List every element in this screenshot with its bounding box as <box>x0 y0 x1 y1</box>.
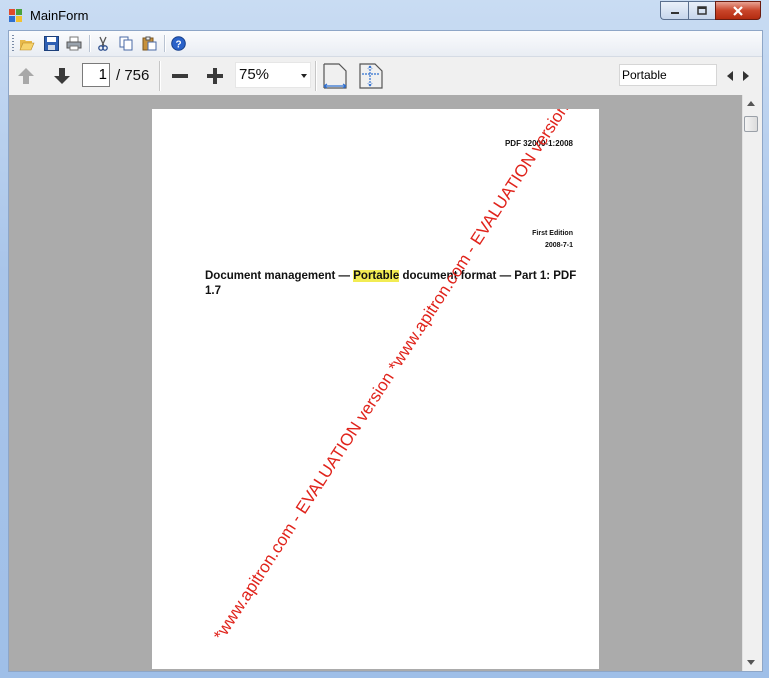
app-icon <box>9 9 22 22</box>
edition-date: 2008-7-1 <box>544 242 573 249</box>
search-next-button[interactable] <box>739 63 753 89</box>
cut-button[interactable] <box>93 34 113 53</box>
fit-page-icon <box>359 63 383 89</box>
help-button[interactable]: ? <box>168 34 188 53</box>
toolbar-separator <box>159 61 160 91</box>
zoom-in-button[interactable] <box>202 63 228 89</box>
page-number-input[interactable]: 1 <box>82 63 110 87</box>
copy-button[interactable] <box>116 34 136 53</box>
arrow-up-icon <box>18 68 34 84</box>
next-page-button[interactable] <box>49 63 75 89</box>
document-viewer[interactable]: PDF 32000-1:2008 First Edition 2008-7-1 … <box>9 95 742 671</box>
maximize-button[interactable] <box>688 1 715 20</box>
paste-icon <box>142 36 156 51</box>
plus-icon <box>207 68 223 84</box>
save-button[interactable] <box>41 34 61 53</box>
copy-icon <box>119 36 132 51</box>
minimize-button[interactable] <box>660 1 688 20</box>
minimize-icon <box>670 11 679 14</box>
zoom-out-button[interactable] <box>167 63 193 89</box>
caption-buttons <box>660 1 761 21</box>
cut-icon <box>98 36 108 51</box>
title-text-before: Document management — <box>205 270 354 282</box>
page-total-label: / 756 <box>116 67 150 84</box>
toolbar-separator <box>164 35 165 52</box>
chevron-left-icon <box>727 71 733 81</box>
print-button[interactable] <box>64 34 84 53</box>
minus-icon <box>172 74 188 78</box>
evaluation-watermark: *www.apitron.com - EVALUATION version *w… <box>209 109 599 644</box>
navigation-toolbar: 1 / 756 75% <box>9 57 762 94</box>
edition-label: First Edition <box>532 230 573 237</box>
scroll-down-icon[interactable] <box>747 660 755 665</box>
scroll-thumb[interactable] <box>744 116 758 132</box>
vertical-scrollbar[interactable] <box>742 95 760 671</box>
arrow-down-icon <box>54 68 70 84</box>
toolbar-grip[interactable] <box>12 35 14 51</box>
chevron-down-icon <box>301 74 307 78</box>
search-input[interactable] <box>619 64 717 86</box>
toolbar-separator <box>89 35 90 52</box>
help-icon: ? <box>170 36 186 51</box>
document-page: PDF 32000-1:2008 First Edition 2008-7-1 … <box>152 109 599 669</box>
search-highlight: Portable <box>353 270 400 282</box>
maximize-icon <box>697 6 707 15</box>
edition-block: First Edition 2008-7-1 <box>532 228 573 252</box>
print-icon <box>66 36 82 51</box>
previous-page-button[interactable] <box>13 63 39 89</box>
client-area: ? 1 / 756 75% Portable PDF 32000-1:2008 … <box>8 30 763 672</box>
title-bar: MainForm <box>0 0 769 30</box>
open-icon <box>19 39 35 50</box>
zoom-value: 75% <box>239 66 270 83</box>
zoom-select[interactable]: 75% <box>235 62 311 88</box>
close-icon <box>733 5 743 16</box>
fit-page-button[interactable] <box>357 61 385 91</box>
scroll-up-icon[interactable] <box>747 101 755 106</box>
open-button[interactable] <box>17 34 37 53</box>
fit-width-button[interactable] <box>321 61 349 91</box>
window-title: MainForm <box>30 8 89 23</box>
main-window: MainForm ? 1 / 756 75% Portable PDF 3200… <box>0 0 769 678</box>
svg-text:?: ? <box>175 40 181 51</box>
search-previous-button[interactable] <box>723 63 737 89</box>
chevron-right-icon <box>743 71 749 81</box>
main-toolbar: ? <box>9 31 762 57</box>
close-button[interactable] <box>715 1 761 20</box>
paste-button[interactable] <box>139 34 159 53</box>
document-title: Document management — Portable document … <box>205 269 585 299</box>
toolbar-separator <box>315 61 316 91</box>
save-icon <box>43 36 59 51</box>
fit-width-icon <box>323 63 347 89</box>
